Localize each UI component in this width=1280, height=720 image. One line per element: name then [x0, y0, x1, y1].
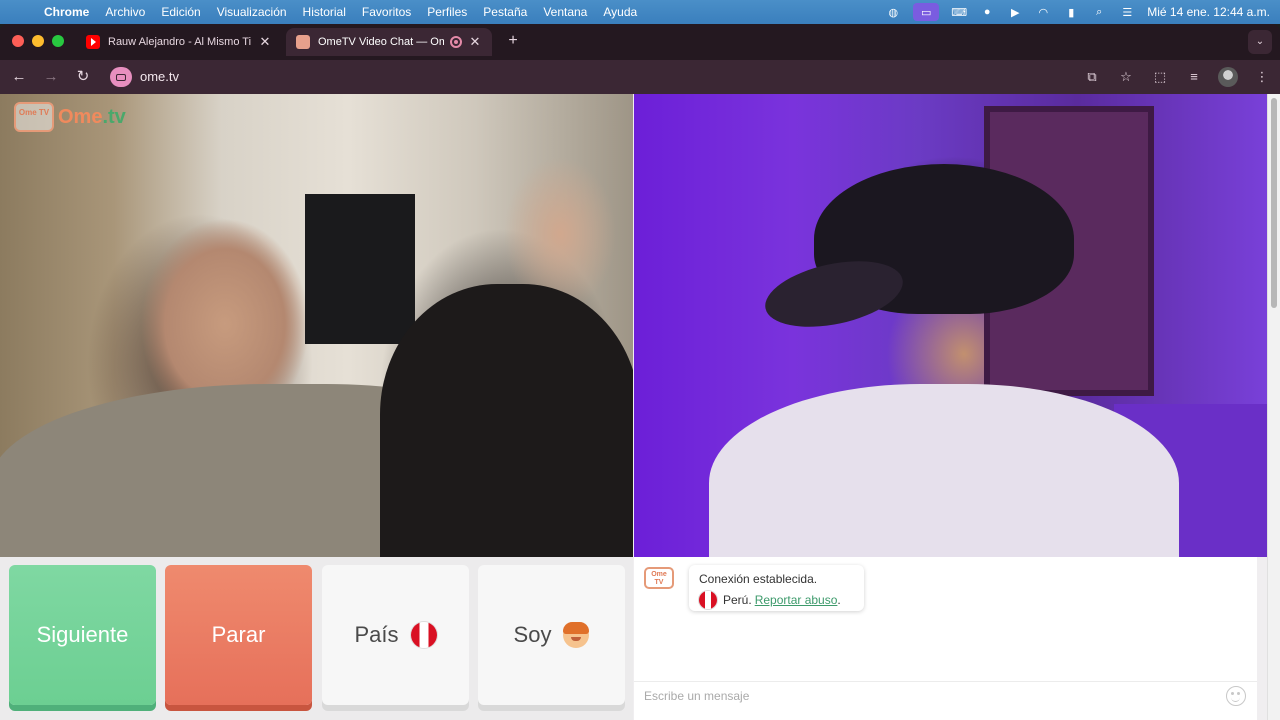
- menu-visualizacion[interactable]: Visualización: [209, 5, 295, 19]
- tab-ometv[interactable]: OmeTV Video Chat — Ome ✕: [286, 28, 492, 56]
- ometv-icon: [296, 35, 310, 49]
- install-app-icon[interactable]: ⧉: [1082, 66, 1102, 88]
- ometv-logo-icon: Ome TV: [14, 102, 54, 132]
- menubar-clock[interactable]: Mié 14 ene. 12:44 a.m.: [1147, 5, 1270, 19]
- media-controls-icon[interactable]: ≡: [1184, 66, 1204, 88]
- profile-avatar[interactable]: [1218, 67, 1238, 87]
- menu-favoritos[interactable]: Favoritos: [354, 5, 419, 19]
- back-button[interactable]: ←: [8, 66, 30, 88]
- macos-menubar: Chrome Archivo Edición Visualización His…: [0, 0, 1280, 24]
- peru-flag-icon: [410, 622, 437, 648]
- spotlight-search-icon[interactable]: ⌕: [1091, 5, 1107, 19]
- tab-strip: Rauw Alejandro - Al Mismo Ti ✕ OmeTV Vid…: [0, 24, 1280, 60]
- menu-ventana[interactable]: Ventana: [535, 5, 595, 19]
- boy-emoji-icon: [563, 622, 590, 648]
- chat-controls: Siguiente Parar País Soy: [0, 557, 633, 720]
- user-icon[interactable]: ●: [979, 5, 995, 19]
- menu-archivo[interactable]: Archivo: [97, 5, 153, 19]
- wifi-icon[interactable]: ◠: [1035, 5, 1051, 19]
- gender-label: Soy: [513, 622, 552, 647]
- battery-icon[interactable]: ▮: [1063, 5, 1079, 19]
- stranger-country: Perú.: [723, 593, 752, 607]
- stop-button[interactable]: Parar: [165, 565, 312, 705]
- next-button[interactable]: Siguiente: [9, 565, 156, 705]
- tab-youtube[interactable]: Rauw Alejandro - Al Mismo Ti ✕: [76, 28, 282, 56]
- reload-button[interactable]: ↻: [72, 66, 94, 88]
- tab-title: OmeTV Video Chat — Ome: [318, 36, 444, 48]
- menu-edicion[interactable]: Edición: [153, 5, 208, 19]
- address-bar[interactable]: ome.tv: [140, 69, 179, 84]
- ometv-bot-icon: Ome TV: [644, 567, 674, 589]
- report-suffix: .: [837, 593, 841, 607]
- fullscreen-window-button[interactable]: [52, 35, 64, 47]
- control-center-icon[interactable]: ☰: [1119, 5, 1135, 19]
- country-label: País: [354, 622, 399, 647]
- tab-title: Rauw Alejandro - Al Mismo Ti: [108, 36, 252, 48]
- screen-share-icon[interactable]: ▭: [913, 3, 940, 21]
- remote-video-stream: [634, 94, 1267, 557]
- menu-perfiles[interactable]: Perfiles: [419, 5, 475, 19]
- site-info-camera-icon[interactable]: [110, 67, 132, 87]
- stranger-body: [709, 384, 1179, 557]
- minimize-window-button[interactable]: [32, 35, 44, 47]
- vpn-icon[interactable]: ◍: [885, 5, 901, 19]
- close-window-button[interactable]: [12, 35, 24, 47]
- system-message-bubble: Conexión establecida. Perú. Reportar abu…: [689, 565, 864, 611]
- browser-window: Rauw Alejandro - Al Mismo Ti ✕ OmeTV Vid…: [0, 24, 1280, 720]
- browser-toolbar: ← → ↻ ome.tv ⧉ ☆ ⬚ ≡ ⋮: [0, 60, 1280, 94]
- chat-divider: [634, 681, 1257, 682]
- gender-filter-button[interactable]: Soy: [478, 565, 625, 705]
- menu-app-name[interactable]: Chrome: [36, 5, 97, 19]
- chrome-menu-icon[interactable]: ⋮: [1252, 66, 1272, 88]
- extensions-icon[interactable]: ⬚: [1150, 66, 1170, 88]
- menu-ayuda[interactable]: Ayuda: [595, 5, 645, 19]
- message-input[interactable]: [644, 684, 1204, 708]
- menu-historial[interactable]: Historial: [295, 5, 354, 19]
- report-abuse-link[interactable]: Reportar abuso: [755, 593, 838, 607]
- emoji-picker-icon[interactable]: [1226, 686, 1246, 706]
- country-filter-button[interactable]: País: [322, 565, 469, 705]
- recording-indicator-icon: [450, 36, 462, 48]
- background-tv: [305, 194, 415, 344]
- bookmark-star-icon[interactable]: ☆: [1116, 66, 1136, 88]
- forward-button[interactable]: →: [40, 66, 62, 88]
- peru-flag-icon: [699, 591, 717, 609]
- scrollbar-thumb[interactable]: [1271, 98, 1277, 308]
- ometv-logo-text: Ome.tv: [58, 105, 126, 128]
- play-icon[interactable]: ▶: [1007, 5, 1023, 19]
- connection-status-text: Conexión establecida.: [699, 572, 818, 586]
- close-tab-icon[interactable]: ✕: [468, 34, 482, 50]
- menu-pestana[interactable]: Pestaña: [475, 5, 535, 19]
- close-tab-icon[interactable]: ✕: [258, 34, 272, 50]
- chat-panel: Ome TV Conexión establecida. Perú. Repor…: [634, 557, 1257, 720]
- new-tab-button[interactable]: +: [504, 32, 522, 50]
- tab-search-button[interactable]: ⌄: [1248, 30, 1272, 54]
- local-video-stream: Ome TV Ome.tv: [0, 94, 633, 557]
- youtube-icon: [86, 35, 100, 49]
- page-scrollbar[interactable]: [1267, 94, 1280, 720]
- keyboard-icon[interactable]: ⌨: [951, 5, 967, 19]
- person-right: [380, 284, 633, 557]
- ometv-logo[interactable]: Ome TV Ome.tv: [14, 102, 126, 132]
- ometv-page: Ome TV Ome.tv Siguiente Parar País Soy O…: [0, 94, 1280, 720]
- window-controls: [12, 35, 64, 47]
